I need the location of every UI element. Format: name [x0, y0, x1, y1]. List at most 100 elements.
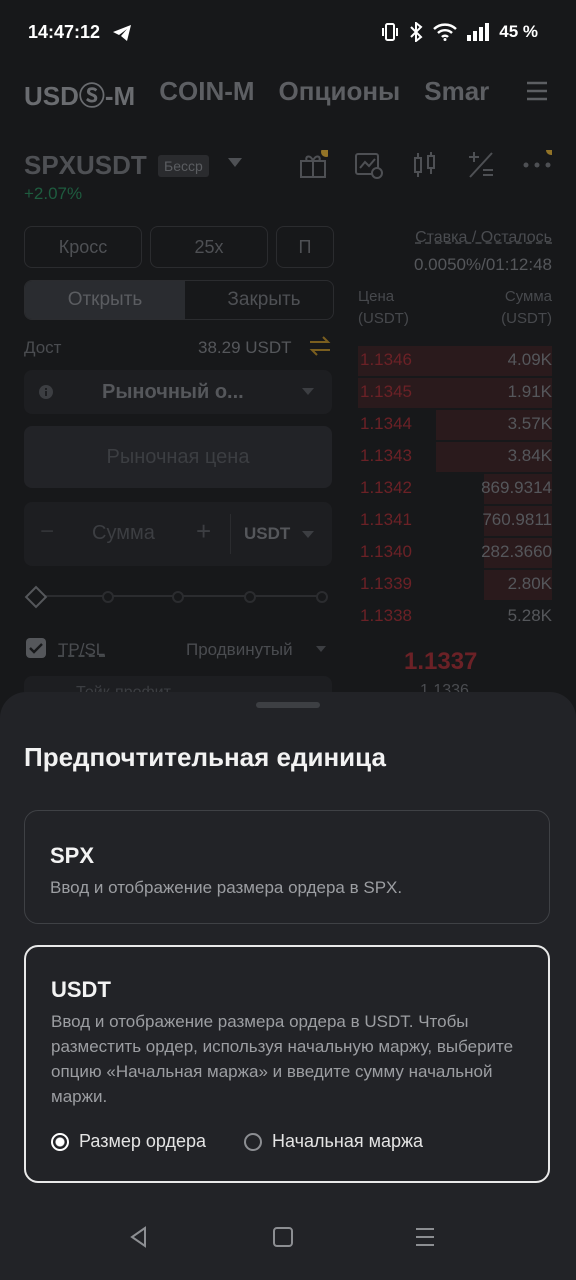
- minus-button[interactable]: −: [40, 518, 54, 546]
- pair-symbol[interactable]: SPXUSDT: [24, 150, 147, 181]
- amount-field[interactable]: − Сумма + USDT: [24, 502, 332, 566]
- status-time: 14:47:12: [28, 22, 101, 42]
- ask-price: 1.1339: [360, 574, 412, 593]
- chart-settings-icon[interactable]: [354, 150, 384, 180]
- order-type-select[interactable]: Рыночный о...: [24, 370, 332, 414]
- battery-level: 45 %: [499, 22, 538, 41]
- ask-amount: 1.91K: [507, 382, 552, 401]
- ask-amount: 3.84K: [507, 446, 552, 465]
- orderbook-row[interactable]: 1.1340 282.3660: [358, 538, 552, 568]
- divider: [230, 514, 231, 554]
- slider-stop: [244, 591, 256, 603]
- check-icon: [29, 643, 43, 654]
- sheet-title: Предпочтительная единица: [24, 742, 386, 772]
- radio-order-size[interactable]: Размер ордера: [51, 1131, 206, 1152]
- amount-unit[interactable]: USDT: [244, 524, 290, 544]
- open-close-toggle: Открыть Закрыть: [24, 280, 334, 320]
- ask-amount: 2.80K: [507, 574, 552, 593]
- telegram-icon: [113, 25, 131, 41]
- market-price-field[interactable]: Рыночная цена: [24, 426, 332, 488]
- orderbook-row[interactable]: 1.1341 760.9811: [358, 506, 552, 536]
- home-icon[interactable]: [270, 1224, 296, 1250]
- funding-value: 0.0050%/01:12:48: [413, 255, 552, 274]
- amount-placeholder: Сумма: [92, 522, 155, 544]
- last-price: 1.1337: [404, 648, 478, 675]
- plus-button[interactable]: +: [196, 516, 211, 547]
- ask-amount: 3.57K: [507, 414, 552, 433]
- wifi-icon: [433, 23, 458, 41]
- tab-smart[interactable]: Smar: [424, 76, 489, 112]
- ask-amount: 5.28K: [507, 606, 552, 625]
- system-nav-bar: [0, 1200, 576, 1280]
- radio-initial-margin[interactable]: Начальная маржа: [244, 1131, 423, 1152]
- tab-close[interactable]: Закрыть: [195, 281, 333, 319]
- ask-amount: 4.09K: [507, 350, 552, 369]
- order-type-value: Рыночный о...: [102, 381, 244, 403]
- more-icon[interactable]: [522, 150, 552, 180]
- orderbook-row[interactable]: 1.1344 3.57K: [358, 410, 552, 440]
- tab-coin-m[interactable]: COIN-M: [159, 76, 254, 112]
- ask-amount: 869.9314: [481, 478, 552, 497]
- slider-stop: [316, 591, 328, 603]
- orderbook-row[interactable]: 1.1345 1.91K: [358, 378, 552, 408]
- perpetual-badge: Бесср: [158, 155, 209, 177]
- orderbook-row[interactable]: 1.1346 4.09K: [358, 346, 552, 376]
- vibrate-icon: [382, 23, 399, 41]
- calculator-icon[interactable]: [466, 150, 496, 180]
- amount-slider[interactable]: [24, 585, 328, 609]
- ask-price: 1.1340: [360, 542, 412, 561]
- tab-usds-m[interactable]: USDⓈ-M: [24, 76, 135, 112]
- leverage-button[interactable]: 25x: [150, 226, 268, 268]
- hamburger-menu-icon[interactable]: [526, 80, 548, 102]
- radio-order-size-label: Размер ордера: [79, 1131, 207, 1151]
- tab-options[interactable]: Опционы: [279, 76, 401, 112]
- sheet-handle[interactable]: [256, 702, 320, 708]
- tpsl-label[interactable]: TP/SL: [58, 640, 105, 660]
- slider-stop: [172, 591, 184, 603]
- status-right: 45 %: [381, 22, 538, 42]
- funding-label[interactable]: Ставка / Осталось: [415, 229, 552, 247]
- ask-amount: 282.3660: [481, 542, 552, 561]
- candlestick-icon[interactable]: [410, 150, 440, 180]
- option-spx[interactable]: SPX Ввод и отображение размера ордера в …: [24, 810, 550, 924]
- option-spx-title: SPX: [50, 843, 95, 868]
- chevron-down-icon[interactable]: [228, 158, 242, 167]
- ask-price: 1.1341: [360, 510, 412, 529]
- position-mode-button[interactable]: П: [276, 226, 334, 268]
- ask-price: 1.1345: [360, 382, 412, 401]
- ask-price: 1.1342: [360, 478, 412, 497]
- available-value: 38.29 USDT: [198, 338, 292, 357]
- radio-selected-icon: [51, 1132, 69, 1151]
- option-usdt-desc: Ввод и отображение размера ордера в USDT…: [51, 1012, 514, 1106]
- ask-price: 1.1338: [360, 606, 412, 625]
- chevron-down-icon: [302, 531, 314, 538]
- back-icon[interactable]: [126, 1224, 152, 1250]
- chevron-down-icon: [302, 388, 314, 395]
- price-change: +2.07%: [24, 184, 83, 203]
- advanced-dropdown[interactable]: Продвинутый: [186, 640, 293, 660]
- orderbook-row[interactable]: 1.1343 3.84K: [358, 442, 552, 472]
- orderbook-amount-header: Сумма (USDT): [501, 288, 552, 327]
- slider-handle[interactable]: [24, 585, 48, 609]
- chevron-down-icon: [316, 646, 326, 652]
- tab-open[interactable]: Открыть: [25, 281, 185, 319]
- status-bar: 14:47:12 45 %: [0, 0, 576, 64]
- info-icon: [39, 385, 53, 399]
- transfer-icon[interactable]: [308, 336, 332, 356]
- orderbook-row[interactable]: 1.1339 2.80K: [358, 570, 552, 600]
- orderbook-price-header: Цена (USDT): [358, 288, 409, 327]
- recents-icon[interactable]: [412, 1224, 438, 1250]
- orderbook-row[interactable]: 1.1338 5.28K: [358, 602, 552, 628]
- tpsl-checkbox[interactable]: [26, 638, 46, 658]
- bluetooth-icon: [410, 22, 423, 42]
- margin-mode-button[interactable]: Кросс: [24, 226, 142, 268]
- market-tabs: USDⓈ-M COIN-M Опционы Smar: [24, 76, 576, 112]
- gift-icon[interactable]: [298, 150, 328, 180]
- option-usdt[interactable]: USDT Ввод и отображение размера ордера в…: [24, 945, 550, 1183]
- ask-price: 1.1343: [360, 446, 412, 465]
- available-label: Дост: [24, 338, 62, 357]
- ask-amount: 760.9811: [482, 510, 552, 529]
- orderbook-row[interactable]: 1.1342 869.9314: [358, 474, 552, 504]
- option-usdt-title: USDT: [51, 977, 111, 1002]
- ask-price: 1.1344: [360, 414, 412, 433]
